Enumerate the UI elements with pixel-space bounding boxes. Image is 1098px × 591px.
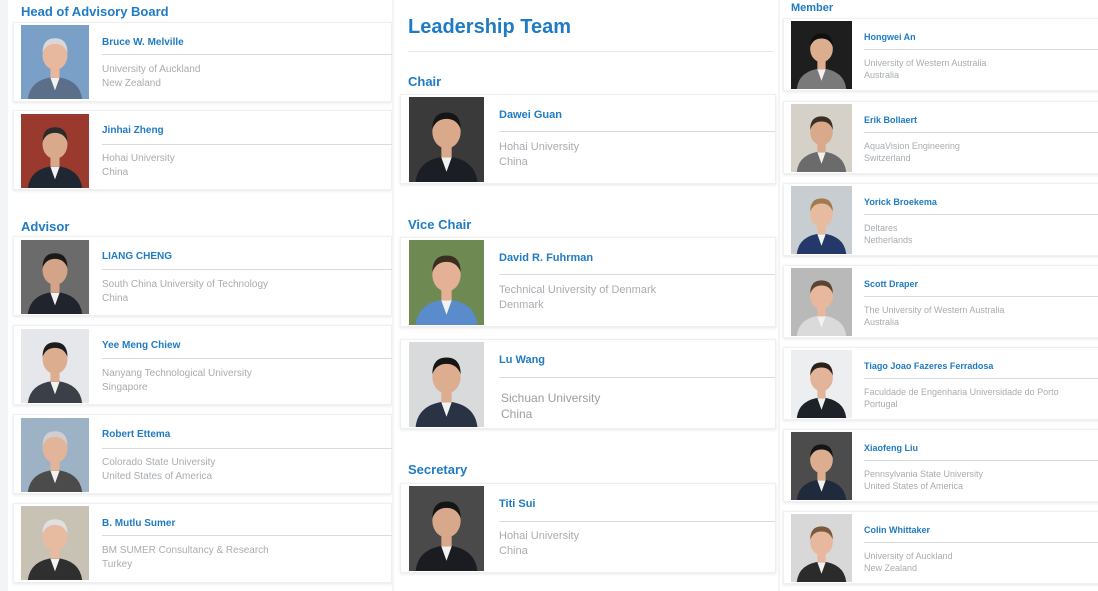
person-affiliation: University of Auckland New Zealand [864,551,953,574]
person-photo [409,486,484,571]
person-photo [21,114,89,188]
advisor-card-3[interactable]: B. Mutlu Sumer BM SUMER Consultancy & Re… [13,503,392,583]
advisor-heading: Advisor [21,219,70,234]
secretary-card[interactable]: Titi Sui Hohai University China [400,483,776,573]
person-name[interactable]: Yee Meng Chiew [102,340,180,351]
person-photo [791,350,852,418]
divider [102,269,392,270]
person-affiliation: BM SUMER Consultancy & Research Turkey [102,545,269,570]
person-affiliation: University of Western Australia Australia [864,58,987,81]
divider [499,377,775,378]
person-photo [791,432,852,500]
divider [864,132,1098,133]
member-card-3[interactable]: Scott Draper The University of Western A… [783,265,1098,338]
divider [499,131,775,132]
member-card-5[interactable]: Xiaofeng Liu Pennsylvania State Universi… [783,429,1098,502]
divider [864,460,1098,461]
person-name[interactable]: LIANG CHENG [102,251,172,262]
person-photo [21,506,89,580]
advisor-card-0[interactable]: LIANG CHENG South China University of Te… [13,236,392,316]
leadership-team-heading: Leadership Team [408,16,572,38]
person-affiliation: Colorado State University United States o… [102,457,216,482]
person-name[interactable]: Lu Wang [499,354,545,366]
person-name[interactable]: B. Mutlu Sumer [102,518,175,529]
divider [864,542,1098,543]
person-name[interactable]: Hongwei An [864,32,916,42]
divider [864,214,1098,215]
person-name[interactable]: Yorick Broekema [864,197,937,207]
divider [102,54,392,55]
person-affiliation: Sichuan University China [501,391,601,422]
person-name[interactable]: Titi Sui [499,498,535,510]
person-name[interactable]: Dawei Guan [499,109,562,121]
divider [499,521,775,522]
member-column: Member Hongwei An University of Western … [780,0,1098,591]
title-divider [408,51,774,52]
leadership-team-column: Leadership Team Chair Dawei Guan Hohai U… [394,0,778,591]
vice-chair-card-1[interactable]: Lu Wang Sichuan University China [400,339,776,429]
chair-card[interactable]: Dawei Guan Hohai University China [400,94,776,184]
head-of-advisory-board-heading: Head of Advisory Board [21,4,169,19]
divider [102,358,392,359]
member-card-0[interactable]: Hongwei An University of Western Austral… [783,18,1098,91]
person-name[interactable]: David R. Fuhrman [499,252,593,264]
member-card-4[interactable]: Tiago Joao Fazeres Ferradosa Faculdade d… [783,347,1098,420]
head-card-0[interactable]: Bruce W. Melville University of Auckland… [13,22,392,102]
person-affiliation: Hohai University China [102,153,175,178]
person-photo [21,240,89,314]
divider [864,378,1098,379]
person-name[interactable]: Tiago Joao Fazeres Ferradosa [864,361,993,371]
member-heading: Member [791,2,834,14]
vice-chair-heading: Vice Chair [408,217,472,232]
person-affiliation: Hohai University China [499,141,580,168]
person-photo [21,25,89,99]
person-name[interactable]: Robert Ettema [102,429,170,440]
divider [864,296,1098,297]
person-name[interactable]: Bruce W. Melville [102,37,184,48]
divider [102,535,392,536]
person-affiliation: Pennsylvania State University United Stat… [864,469,984,492]
person-affiliation: South China University of Technology Chin… [102,279,269,304]
divider [864,49,1098,50]
person-affiliation: Technical University of Denmark Denmark [499,284,657,311]
vice-chair-card-0[interactable]: David R. Fuhrman Technical University of… [400,237,776,327]
person-photo [21,418,89,492]
advisor-card-2[interactable]: Robert Ettema Colorado State University U… [13,414,392,494]
person-photo [791,186,852,254]
person-affiliation: University of Auckland New Zealand [102,64,201,89]
person-affiliation: Nanyang Technological University Singapor… [102,368,252,393]
person-photo [21,329,89,403]
person-photo [791,104,852,172]
person-photo [791,21,852,89]
person-name[interactable]: Scott Draper [864,279,918,289]
person-affiliation: AquaVision Engineering Switzerland [864,141,960,164]
person-affiliation: Hohai University China [499,530,580,557]
person-name[interactable]: Xiaofeng Liu [864,443,918,453]
person-photo [409,342,484,427]
divider [102,144,392,145]
person-affiliation: Faculdade de Engenharia Universidade do … [864,387,1059,410]
advisor-card-1[interactable]: Yee Meng Chiew Nanyang Technological Uni… [13,325,392,405]
person-photo [791,268,852,336]
advisory-board-column: Head of Advisory Board Bruce W. Melville… [8,0,392,591]
person-photo [409,97,484,182]
person-name[interactable]: Jinhai Zheng [102,125,164,136]
person-affiliation: Deltares Netherlands [864,223,913,246]
person-photo [409,240,484,325]
person-photo [791,514,852,582]
person-name[interactable]: Erik Bollaert [864,115,917,125]
member-card-6[interactable]: Colin Whittaker University of Auckland Ne… [783,511,1098,584]
member-card-1[interactable]: Erik Bollaert AquaVision Engineering Swit… [783,101,1098,174]
divider [102,448,392,449]
person-name[interactable]: Colin Whittaker [864,525,930,535]
chair-heading: Chair [408,74,442,89]
member-card-2[interactable]: Yorick Broekema Deltares Netherlands [783,183,1098,256]
secretary-heading: Secretary [408,462,468,477]
person-affiliation: The University of Western Australia Austr… [864,305,1005,328]
divider [499,274,775,275]
head-card-1[interactable]: Jinhai Zheng Hohai University China [13,110,392,190]
